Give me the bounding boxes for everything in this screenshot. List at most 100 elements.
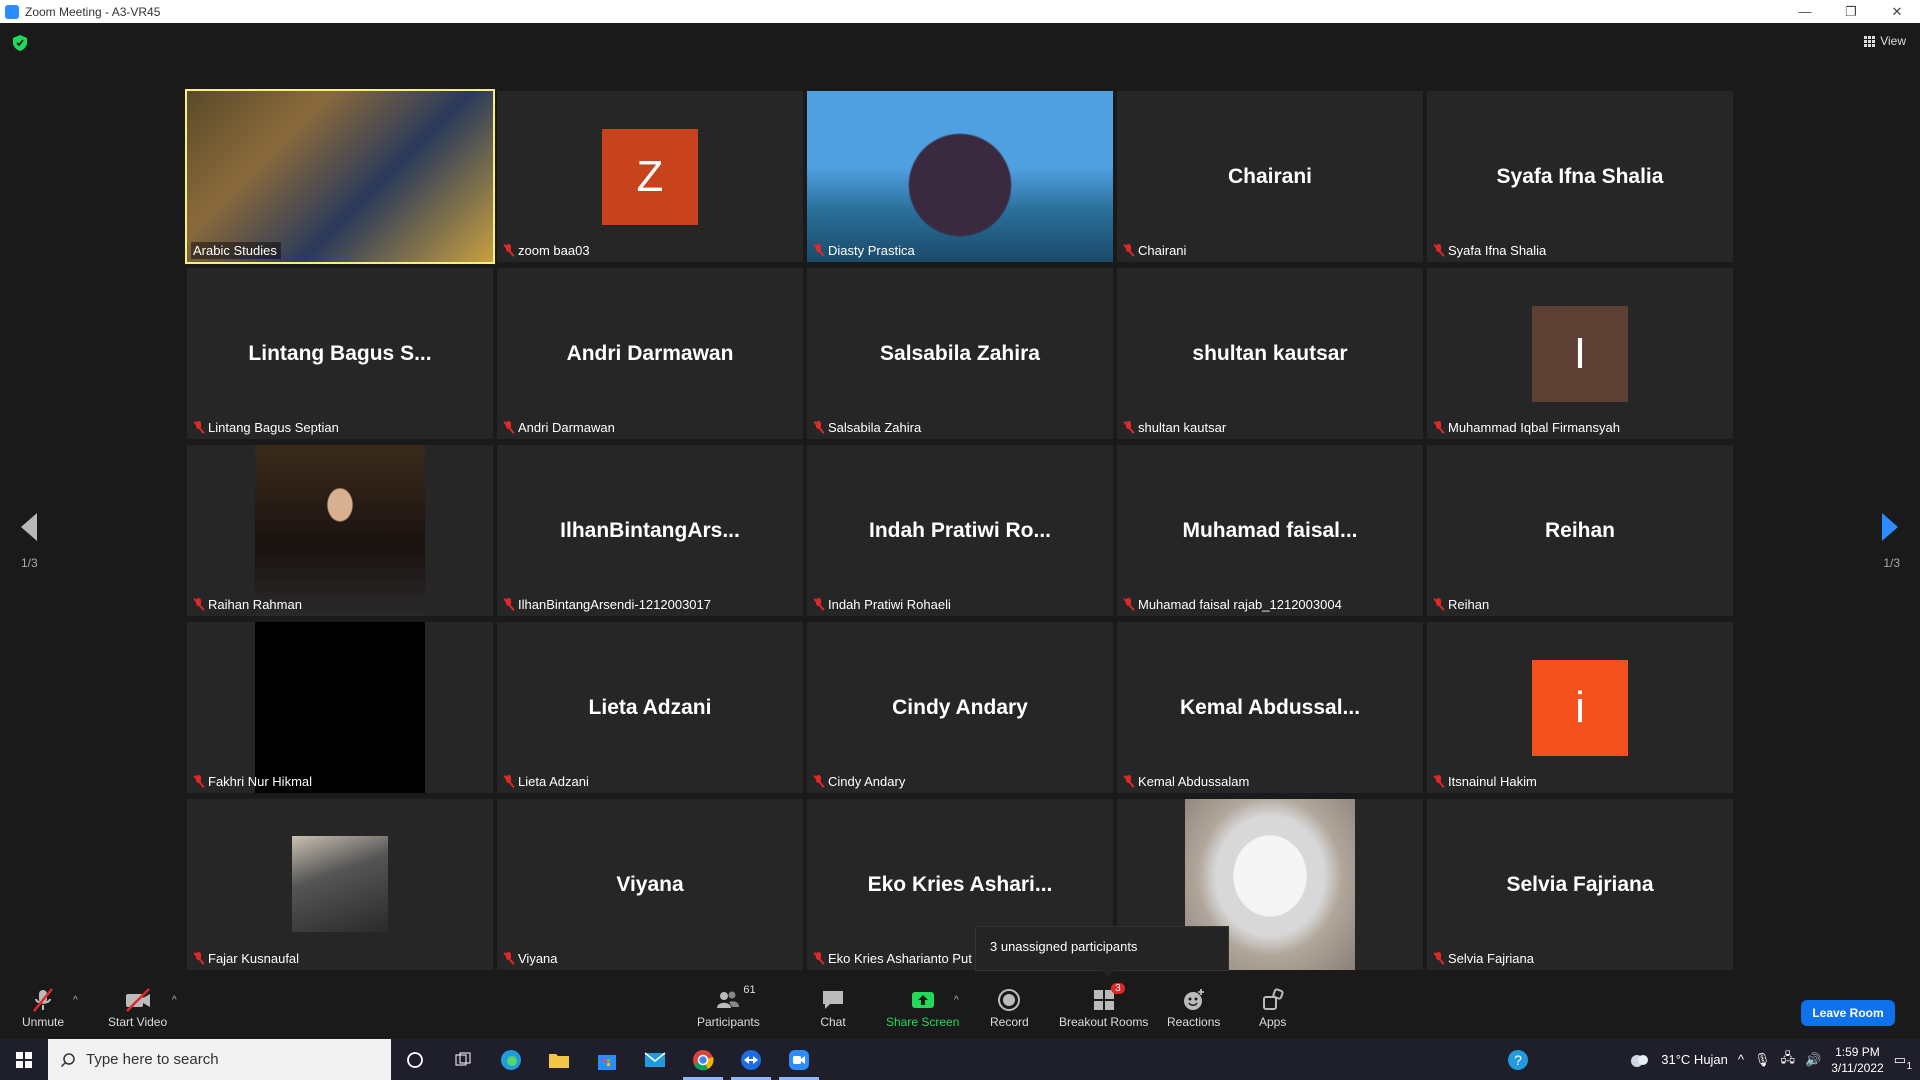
participant-tile[interactable]: Raihan Rahman (187, 445, 493, 616)
muted-mic-icon (193, 421, 204, 434)
participant-tile[interactable]: Diasty Prastica (807, 91, 1113, 262)
start-video-button[interactable]: Start Video (108, 987, 167, 1029)
muted-mic-icon (1433, 421, 1444, 434)
muted-mic-icon (503, 598, 514, 611)
prev-page-arrow[interactable] (21, 513, 37, 541)
svg-text:?: ? (1514, 1052, 1522, 1068)
search-placeholder: Type here to search (86, 1051, 219, 1068)
taskbar-search[interactable]: Type here to search (48, 1039, 391, 1080)
breakout-rooms-button[interactable]: 3 Breakout Rooms (1059, 983, 1148, 1029)
participant-display-name: Indah Pratiwi Ro... (868, 518, 1052, 542)
participant-tile[interactable]: Viyana Viyana (497, 799, 803, 970)
participant-tile[interactable]: Andri Darmawan Andri Darmawan (497, 268, 803, 439)
restore-button[interactable]: ❐ (1828, 0, 1874, 23)
participant-name-label: Arabic Studies (191, 242, 281, 259)
muted-mic-icon (1123, 421, 1134, 434)
shield-icon[interactable] (13, 35, 27, 51)
close-button[interactable]: ✕ (1874, 0, 1920, 23)
notification-count: 1 (1906, 1060, 1912, 1072)
participant-name-label: Chairani (1121, 242, 1190, 259)
participants-count: 61 (743, 984, 756, 996)
participant-name: Muhammad Iqbal Firmansyah (1448, 420, 1620, 435)
participant-tile[interactable]: Selvia Fajriana Selvia Fajriana (1427, 799, 1733, 970)
participant-tile[interactable]: Lintang Bagus S... Lintang Bagus Septian (187, 268, 493, 439)
chevron-up-icon[interactable]: ^ (1738, 1052, 1744, 1067)
participant-tile[interactable]: Fakhri Nur Hikmal (187, 622, 493, 793)
microphone-icon[interactable]: 🎙 (1754, 1052, 1771, 1068)
store-button[interactable] (583, 1039, 631, 1080)
share-options-caret[interactable]: ^ (954, 995, 959, 1006)
participant-grid: Arabic Studies Zzoom baa03 Diasty Prastica… (185, 89, 1734, 970)
participant-tile[interactable]: Syafa Ifna Shalia Syafa Ifna Shalia (1427, 91, 1733, 262)
participant-display-name: shultan kautsar (1192, 341, 1348, 365)
speaker-icon[interactable]: 🔊 (1805, 1052, 1821, 1068)
task-view-button[interactable] (439, 1039, 487, 1080)
participant-name-label: Andri Darmawan (501, 419, 619, 436)
participant-name: Viyana (518, 951, 558, 966)
participant-display-name: Cindy Andary (892, 695, 1028, 719)
participant-tile[interactable]: Chairani Chairani (1117, 91, 1423, 262)
share-screen-button[interactable]: Share Screen (886, 987, 959, 1029)
participant-tile[interactable]: i Itsnainul Hakim (1427, 622, 1733, 793)
video-options-caret[interactable]: ^ (172, 995, 177, 1006)
teamviewer-button[interactable] (727, 1039, 775, 1080)
next-page-arrow[interactable] (1882, 513, 1898, 541)
muted-mic-icon (503, 952, 514, 965)
edge-icon (501, 1049, 521, 1070)
cortana-button[interactable] (391, 1039, 439, 1080)
participant-name: Muhamad faisal rajab_1212003004 (1138, 597, 1342, 612)
edge-button[interactable] (487, 1039, 535, 1080)
participant-tile[interactable]: Zzoom baa03 (497, 91, 803, 262)
muted-mic-icon (503, 421, 514, 434)
start-button[interactable] (0, 1039, 48, 1080)
chrome-button[interactable] (679, 1039, 727, 1080)
participant-tile[interactable]: Muhamad faisal... Muhamad faisal rajab_12… (1117, 445, 1423, 616)
share-screen-label: Share Screen (886, 1015, 960, 1029)
video-off-icon (125, 988, 150, 1012)
chat-button[interactable]: Chat (820, 987, 846, 1029)
teamviewer-icon (741, 1049, 761, 1070)
unmute-button[interactable]: Unmute (22, 987, 64, 1029)
network-icon[interactable]: 🖧 (1781, 1049, 1796, 1071)
record-button[interactable]: Record (990, 987, 1029, 1029)
task-view-icon (455, 1052, 471, 1065)
audio-options-caret[interactable]: ^ (73, 995, 78, 1006)
zoom-taskbar-button[interactable] (775, 1039, 823, 1080)
participant-video (807, 91, 1113, 262)
participant-tile[interactable]: Fajar Kusnaufal (187, 799, 493, 970)
participant-tile[interactable]: IlhanBintangArs... IlhanBintangArsendi-12… (497, 445, 803, 616)
participant-tile[interactable]: Indah Pratiwi Ro... Indah Pratiwi Rohaeli (807, 445, 1113, 616)
muted-mic-icon (813, 421, 824, 434)
participant-name: Syafa Ifna Shalia (1448, 243, 1547, 258)
taskbar-clock[interactable]: 1:59 PM 3/11/2022 (1831, 1044, 1884, 1076)
participant-display-name: Viyana (616, 872, 684, 896)
participant-name-label: Lintang Bagus Septian (191, 419, 343, 436)
participant-tile[interactable]: shultan kautsar shultan kautsar (1117, 268, 1423, 439)
reactions-button[interactable]: Reactions (1167, 987, 1220, 1029)
minimize-button[interactable]: — (1782, 0, 1828, 23)
participant-tile[interactable]: Salsabila Zahira Salsabila Zahira (807, 268, 1113, 439)
participant-name: Lintang Bagus Septian (208, 420, 339, 435)
unassigned-tooltip: 3 unassigned participants (975, 926, 1229, 977)
participant-tile[interactable]: Kemal Abdussal... Kemal Abdussalam (1117, 622, 1423, 793)
zoom-icon (789, 1049, 809, 1070)
help-icon[interactable]: ? (1507, 1049, 1529, 1071)
mail-button[interactable] (631, 1039, 679, 1080)
file-explorer-button[interactable] (535, 1039, 583, 1080)
apps-label: Apps (1259, 1015, 1287, 1029)
participants-button[interactable]: 61 Participants (697, 984, 760, 1029)
apps-button[interactable]: Apps (1259, 987, 1286, 1029)
notification-icon[interactable]: ▭ 1 (1894, 1052, 1912, 1072)
participant-tile[interactable]: Reihan Reihan (1427, 445, 1733, 616)
muted-mic-icon (1433, 244, 1444, 257)
weather-text[interactable]: 31°C Hujan (1661, 1052, 1728, 1067)
view-button[interactable]: View (1864, 34, 1906, 48)
participant-tile[interactable]: Arabic Studies (185, 89, 495, 264)
participant-name: Itsnainul Hakim (1448, 774, 1537, 789)
participant-tile[interactable]: I Muhammad Iqbal Firmansyah (1427, 268, 1733, 439)
participant-tile[interactable]: Cindy Andary Cindy Andary (807, 622, 1113, 793)
participant-display-name: Andri Darmawan (566, 341, 734, 365)
participant-tile[interactable]: Lieta Adzani Lieta Adzani (497, 622, 803, 793)
participant-display-name: Chairani (1227, 164, 1313, 188)
leave-room-button[interactable]: Leave Room (1801, 1000, 1895, 1026)
